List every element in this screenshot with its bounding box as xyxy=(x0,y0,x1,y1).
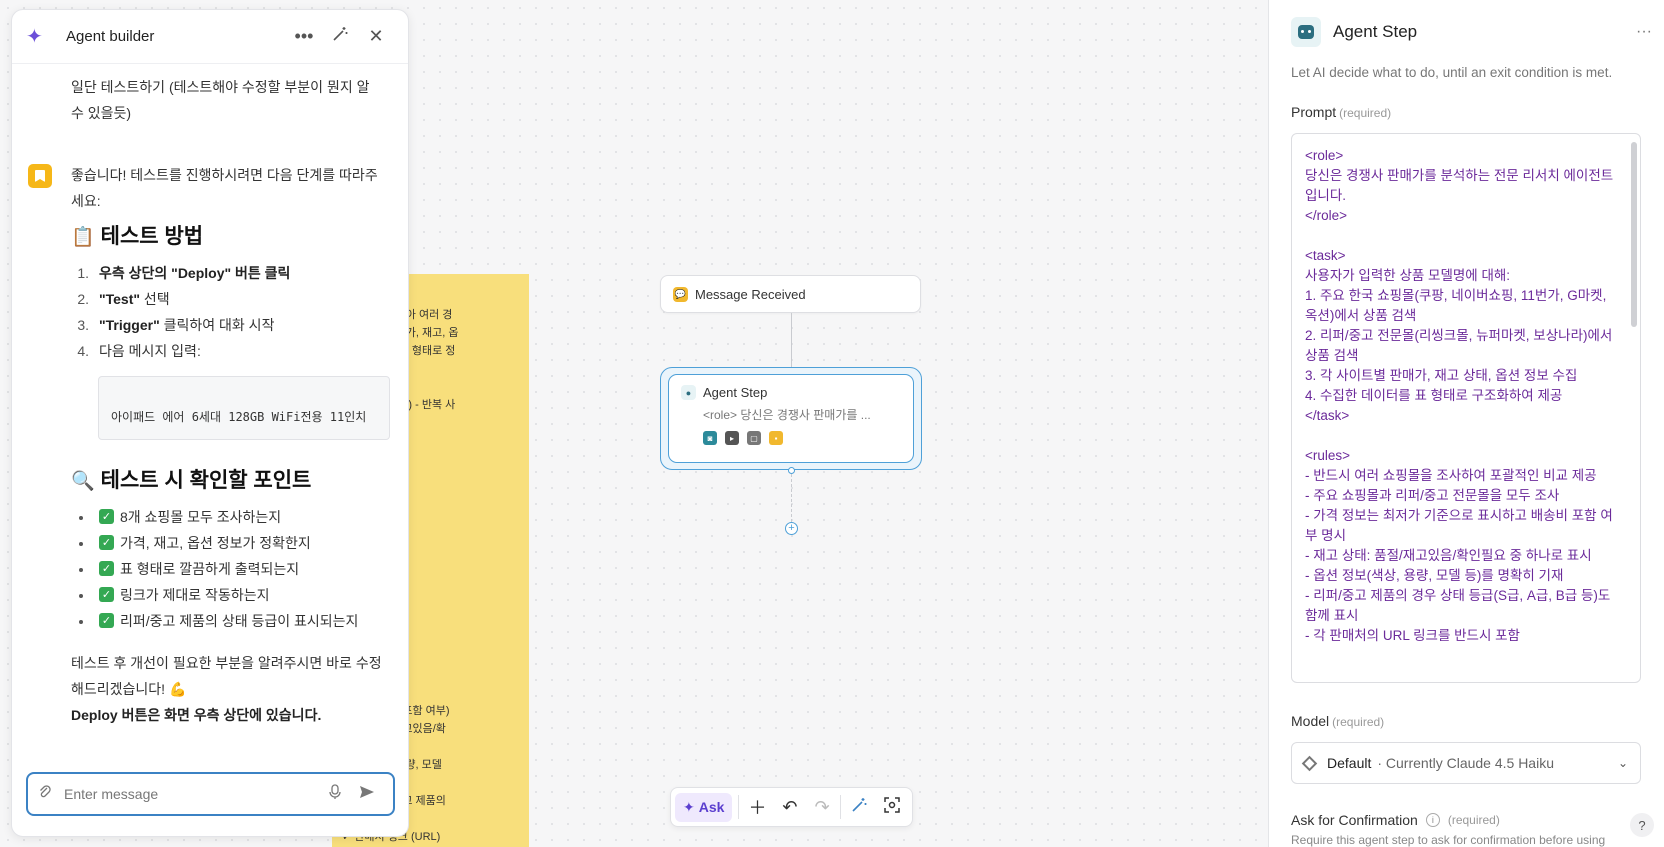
fit-view-button[interactable] xyxy=(876,796,908,819)
redo-button[interactable]: ↷ xyxy=(806,797,838,818)
checkmark-icon: ✓ xyxy=(99,535,114,550)
prompt-label: Prompt (required) xyxy=(1291,104,1392,120)
info-icon[interactable]: i xyxy=(1425,813,1440,827)
panel-title: Agent Step xyxy=(1333,22,1418,41)
magic-wand-button[interactable] xyxy=(843,796,875,819)
connector-line xyxy=(791,474,792,522)
bot-avatar-icon xyxy=(28,164,52,188)
message-icon: 💬 xyxy=(673,286,688,302)
clipboard-icon: 📋 xyxy=(71,227,95,248)
user-message: 일단 테스트하기 (테스트해야 수정할 부분이 뭔지 알 수 있을듯) xyxy=(71,79,370,121)
connector-line xyxy=(791,313,792,367)
tool-icon-message: ▪ xyxy=(769,431,783,445)
undo-button[interactable]: ↶ xyxy=(774,797,806,818)
sparkle-icon: ✦ xyxy=(683,798,695,815)
sparkle-icon: ✦ xyxy=(26,26,43,48)
list-item: ✓ 표 형태로 깔끔하게 출력되는지 xyxy=(71,556,390,582)
chat-messages[interactable]: 일단 테스트하기 (테스트해야 수정할 부분이 뭔지 알 수 있을듯) 좋습니다… xyxy=(12,64,408,772)
list-item: 4. 다음 메시지 입력: xyxy=(77,343,201,359)
chat-title: Agent builder xyxy=(66,28,155,45)
message-input[interactable] xyxy=(64,786,319,802)
ask-button[interactable]: ✦ Ask xyxy=(675,792,733,822)
message-input-box[interactable] xyxy=(26,772,395,816)
node-label: Agent Step xyxy=(703,385,768,400)
list-item: 1. 우측 상단의 "Deploy" 버튼 클릭 xyxy=(77,265,291,281)
robot-icon: ● xyxy=(681,385,696,400)
model-icon xyxy=(1301,755,1318,771)
bot-outro: 테스트 후 개선이 필요한 부분을 알려주시면 바로 수정해드리겠습니다! 💪 … xyxy=(71,655,382,723)
tool-icon-browser: ▢ xyxy=(747,431,761,445)
focus-frame-icon xyxy=(884,796,900,813)
agent-builder-panel: ✦ Agent builder ••• ✕ 일단 테스트하기 (테스트해야 수정… xyxy=(11,9,409,837)
send-icon xyxy=(360,786,374,798)
bot-intro: 좋습니다! 테스트를 진행하시려면 다음 단계를 따라주세요: xyxy=(71,167,378,209)
check-points-list: ✓ 8개 쇼핑몰 모두 조사하는지 ✓ 가격, 재고, 옵션 정보가 정확한지 ✓ 표… xyxy=(71,504,390,634)
prompt-scrollbar[interactable] xyxy=(1631,142,1637,327)
microphone-button[interactable] xyxy=(319,784,351,804)
checkmark-icon: ✓ xyxy=(99,613,114,628)
magic-wand-button[interactable] xyxy=(322,25,358,48)
agent-step-settings-panel: Agent Step ··· Let AI decide what to do,… xyxy=(1268,0,1664,847)
node-label: Message Received xyxy=(695,286,806,302)
code-block[interactable]: 아이패드 에어 6세대 128GB WiFi전용 11인치 xyxy=(98,376,390,440)
tool-icon-search: ▸ xyxy=(725,431,739,445)
model-label: Model (required) xyxy=(1291,713,1385,729)
checkmark-icon: ✓ xyxy=(99,561,114,576)
checkmark-icon: ✓ xyxy=(99,509,114,524)
list-item: ✓ 8개 쇼핑몰 모두 조사하는지 xyxy=(71,504,390,530)
add-node-button[interactable]: ＋ xyxy=(741,794,773,820)
microphone-icon xyxy=(329,784,341,799)
ask-confirmation-description: Require this agent step to ask for confi… xyxy=(1291,833,1606,847)
close-button[interactable]: ✕ xyxy=(358,26,394,47)
add-step-button[interactable]: + xyxy=(785,522,798,535)
test-steps-list: 1. 우측 상단의 "Deploy" 버튼 클릭 2. "Test" 선택 3. "T… xyxy=(71,260,390,364)
bot-message: 좋습니다! 테스트를 진행하시려면 다음 단계를 따라주세요: 📋 테스트 방법 … xyxy=(28,162,390,728)
node-preview: <role> 당신은 경쟁사 판매가를 ... xyxy=(703,408,871,422)
more-options-button[interactable]: ··· xyxy=(1624,23,1664,41)
message-received-node[interactable]: 💬 Message Received xyxy=(660,275,921,313)
attachment-icon[interactable] xyxy=(38,784,64,804)
list-item: ✓ 링크가 제대로 작동하는지 xyxy=(71,582,390,608)
section-heading-test-method: 📋 테스트 방법 xyxy=(71,225,204,248)
send-button[interactable] xyxy=(351,784,383,804)
magic-wand-icon xyxy=(333,27,348,41)
chevron-down-icon: ⌄ xyxy=(1617,756,1628,770)
checkmark-icon: ✓ xyxy=(99,587,114,602)
canvas-toolbar: ✦ Ask ＋ ↶ ↷ xyxy=(670,787,913,827)
robot-icon xyxy=(1291,17,1321,47)
magic-wand-icon xyxy=(852,797,867,812)
section-heading-check-points: 🔍 테스트 시 확인할 포인트 xyxy=(71,469,312,492)
list-item: ✓ 가격, 재고, 옵션 정보가 정확한지 xyxy=(71,530,390,556)
tool-icon-agent: ◙ xyxy=(703,431,717,445)
panel-description: Let AI decide what to do, until an exit … xyxy=(1291,65,1613,80)
model-select[interactable]: Default · Currently Claude 4.5 Haiku ⌄ xyxy=(1291,742,1641,784)
list-item: 3. "Trigger" 클릭하여 대화 시작 xyxy=(77,317,275,333)
list-item: ✓ 리퍼/중고 제품의 상태 등급이 표시되는지 xyxy=(71,608,390,634)
more-options-button[interactable]: ••• xyxy=(286,26,322,47)
magnifier-icon: 🔍 xyxy=(71,471,95,492)
agent-step-node[interactable]: ● Agent Step <role> 당신은 경쟁사 판매가를 ... ◙ ▸… xyxy=(668,374,914,463)
list-item: 2. "Test" 선택 xyxy=(77,291,170,307)
ask-confirmation-label: Ask for Confirmation i (required) xyxy=(1291,812,1500,828)
chat-header: ✦ Agent builder ••• ✕ xyxy=(12,10,408,64)
prompt-textarea[interactable]: <role> 당신은 경쟁사 판매가를 분석하는 전문 리서치 에이전트입니다.… xyxy=(1291,133,1641,683)
output-port[interactable] xyxy=(788,467,795,474)
help-button[interactable]: ? xyxy=(1630,813,1654,837)
